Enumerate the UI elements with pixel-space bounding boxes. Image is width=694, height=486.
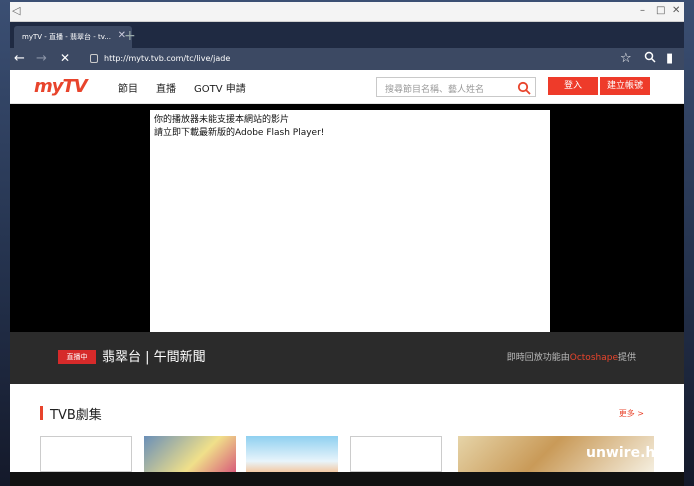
tab-title: myTV - 直播 - 翡翠台 - tv... [22,33,111,41]
stop-loading-icon[interactable]: ✕ [60,51,70,65]
minimize-icon[interactable]: – [640,5,645,16]
tvb-drama-section: TVB劇集 更多 > [10,384,684,472]
system-navbar [10,472,684,486]
octoshape-link[interactable]: Octoshape [570,353,618,363]
bookmark-star-icon[interactable]: ☆ [620,51,632,66]
close-window-icon[interactable]: ✕ [672,5,680,16]
section-accent-bar [40,406,43,420]
menu-icon[interactable]: ▮ [666,51,673,66]
flash-message-1: 你的播放器未能支援本網站的影片 [154,115,290,125]
watermark: unwire.hk [586,445,665,461]
nav-programs[interactable]: 節目 [118,80,138,95]
replay-suffix: 提供 [617,353,636,363]
live-info-bar: 直播中 翡翠台 | 午間新聞 即時回放功能由Octoshape提供 [10,332,684,384]
search-icon[interactable] [517,80,531,99]
nav-live[interactable]: 直播 [156,80,176,95]
replay-note: 即時回放功能由Octoshape提供 [507,350,636,363]
drama-thumbnail[interactable] [144,436,236,472]
window-titlebar: ◁ – □ ✕ [10,2,684,22]
live-badge: 直播中 [58,350,96,364]
flash-player-box: 你的播放器未能支援本網站的影片 請立即下載最新版的Adobe Flash Pla… [150,110,550,332]
more-link[interactable]: 更多 > [619,408,644,419]
drama-thumbnail[interactable] [350,436,442,472]
search-placeholder: 搜尋節目名稱、藝人姓名 [385,85,485,95]
register-button[interactable]: 建立帳號 [600,77,650,95]
site-header: myTV 節目 直播 GOTV 申請 搜尋節目名稱、藝人姓名 登入 建立帳號 [10,70,684,104]
browser-tab[interactable]: myTV - 直播 - 翡翠台 - tv... ✕ [14,26,132,48]
address-bar[interactable]: http://mytv.tvb.com/tc/live/jade [84,51,610,67]
forward-arrow-icon[interactable]: → [36,51,47,66]
back-arrow-icon[interactable]: ← [14,51,25,66]
drama-thumbnail[interactable] [246,436,338,472]
login-button[interactable]: 登入 [548,77,598,95]
browser-toolbar: ← → ✕ http://mytv.tvb.com/tc/live/jade ☆… [10,48,684,70]
site-search-input[interactable]: 搜尋節目名稱、藝人姓名 [376,77,536,97]
site-info-icon[interactable] [90,54,98,63]
tab-strip: myTV - 直播 - 翡翠台 - tv... ✕ [10,22,684,48]
channel-title: 翡翠台 | 午間新聞 [102,350,206,365]
mytv-logo[interactable]: myTV [34,76,88,97]
window-back-icon[interactable]: ◁ [12,4,20,17]
drama-thumbnail[interactable] [40,436,132,472]
new-tab-icon[interactable]: + [124,28,144,46]
maximize-icon[interactable]: □ [656,5,665,16]
search-icon[interactable] [644,51,656,67]
replay-prefix: 即時回放功能由 [506,353,570,363]
section-title: TVB劇集 [50,408,102,423]
video-player-area: 你的播放器未能支援本網站的影片 請立即下載最新版的Adobe Flash Pla… [10,104,684,332]
web-page: myTV 節目 直播 GOTV 申請 搜尋節目名稱、藝人姓名 登入 建立帳號 你… [10,70,684,472]
nav-gotv[interactable]: GOTV 申請 [194,80,246,95]
url-text: http://mytv.tvb.com/tc/live/jade [104,54,231,63]
flash-message-2[interactable]: 請立即下載最新版的Adobe Flash Player! [154,127,546,140]
